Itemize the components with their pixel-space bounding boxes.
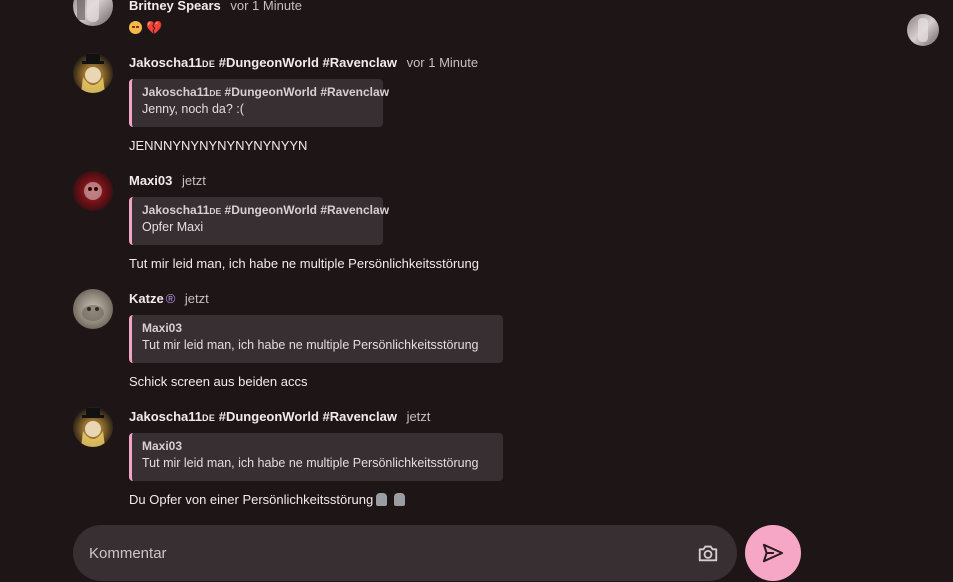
comment-item: Katze ® jetzt Maxi03 Tut mir leid man, ic…: [73, 289, 773, 399]
avatar-image: [81, 54, 105, 93]
comment-body: Schick screen aus beiden accs: [129, 374, 308, 389]
quote-text: Opfer Maxi: [142, 220, 204, 234]
timestamp: jetzt: [184, 291, 209, 306]
comment-header: Jakoscha11DE #DungeonWorld #Ravenclaw vo…: [129, 55, 478, 70]
comment-feed: Britney Spears vor 1 Minute 💔 Jakoscha11…: [0, 0, 953, 520]
send-button[interactable]: [745, 525, 801, 581]
sad-face-icon: [129, 21, 142, 34]
send-icon: [762, 543, 784, 563]
avatar[interactable]: [73, 289, 113, 329]
moai-icon: [393, 493, 405, 506]
timestamp: jetzt: [406, 409, 431, 424]
current-user-avatar[interactable]: [907, 14, 939, 46]
avatar[interactable]: [73, 0, 113, 26]
comment-item: Jakoscha11DE #DungeonWorld #Ravenclaw je…: [73, 407, 773, 517]
username[interactable]: Maxi03: [129, 173, 172, 188]
broken-heart-icon: 💔: [146, 20, 163, 35]
avatar-image: [81, 408, 105, 447]
quote-text: Tut mir leid man, ich habe ne multiple P…: [142, 456, 479, 470]
comment-body: Du Opfer von einer Persönlichkeitsstörun…: [129, 492, 405, 507]
quoted-comment[interactable]: Jakoscha11DE #DungeonWorld #Ravenclaw Op…: [129, 197, 390, 245]
comment-input[interactable]: [89, 525, 669, 581]
avatar[interactable]: [73, 407, 113, 447]
camera-icon[interactable]: [697, 542, 719, 564]
avatar-image: [918, 18, 928, 42]
username[interactable]: Jakoscha11DE #DungeonWorld #Ravenclaw: [129, 409, 397, 424]
username[interactable]: Jakoscha11DE #DungeonWorld #Ravenclaw: [129, 55, 397, 70]
comment-body: JENNNYNYNYNYNYNYNYYN: [129, 138, 308, 153]
comment-header: Maxi03 jetzt: [129, 173, 206, 188]
username[interactable]: Katze: [129, 291, 164, 306]
comment-header: Jakoscha11DE #DungeonWorld #Ravenclaw je…: [129, 409, 430, 424]
avatar-image: [77, 0, 99, 22]
quoted-comment[interactable]: Jakoscha11DE #DungeonWorld #Ravenclaw Je…: [129, 79, 390, 127]
avatar-image: [84, 182, 102, 200]
quote-text: Jenny, noch da? :(: [142, 102, 244, 116]
timestamp: jetzt: [182, 173, 206, 188]
quoted-comment[interactable]: Maxi03 Tut mir leid man, ich habe ne mul…: [129, 433, 503, 481]
comment-item: Britney Spears vor 1 Minute 💔: [73, 0, 773, 41]
comment-item: Maxi03 jetzt Jakoscha11DE #DungeonWorld …: [73, 171, 773, 281]
avatar[interactable]: [73, 53, 113, 93]
quote-author: Jakoscha11DE #DungeonWorld #Ravenclaw: [142, 203, 390, 217]
comment-body: 💔: [129, 20, 162, 36]
comment-header: Britney Spears vor 1 Minute: [129, 0, 302, 13]
avatar[interactable]: [73, 171, 113, 211]
comment-composer: [73, 525, 737, 581]
timestamp: vor 1 Minute: [230, 0, 302, 13]
quote-text: Tut mir leid man, ich habe ne multiple P…: [142, 338, 479, 352]
quote-author: Maxi03: [142, 439, 183, 453]
comment-body: Tut mir leid man, ich habe ne multiple P…: [129, 256, 479, 271]
verified-icon: ®: [165, 291, 176, 306]
comment-item: Jakoscha11DE #DungeonWorld #Ravenclaw vo…: [73, 53, 773, 163]
timestamp: vor 1 Minute: [406, 55, 479, 70]
quote-author: Maxi03: [142, 321, 183, 335]
quote-author: Jakoscha11DE #DungeonWorld #Ravenclaw: [142, 85, 390, 99]
quoted-comment[interactable]: Maxi03 Tut mir leid man, ich habe ne mul…: [129, 315, 503, 363]
username[interactable]: Britney Spears: [129, 0, 221, 13]
comment-header: Katze ® jetzt: [129, 291, 209, 306]
avatar-image: [82, 305, 104, 321]
moai-icon: [376, 493, 388, 506]
